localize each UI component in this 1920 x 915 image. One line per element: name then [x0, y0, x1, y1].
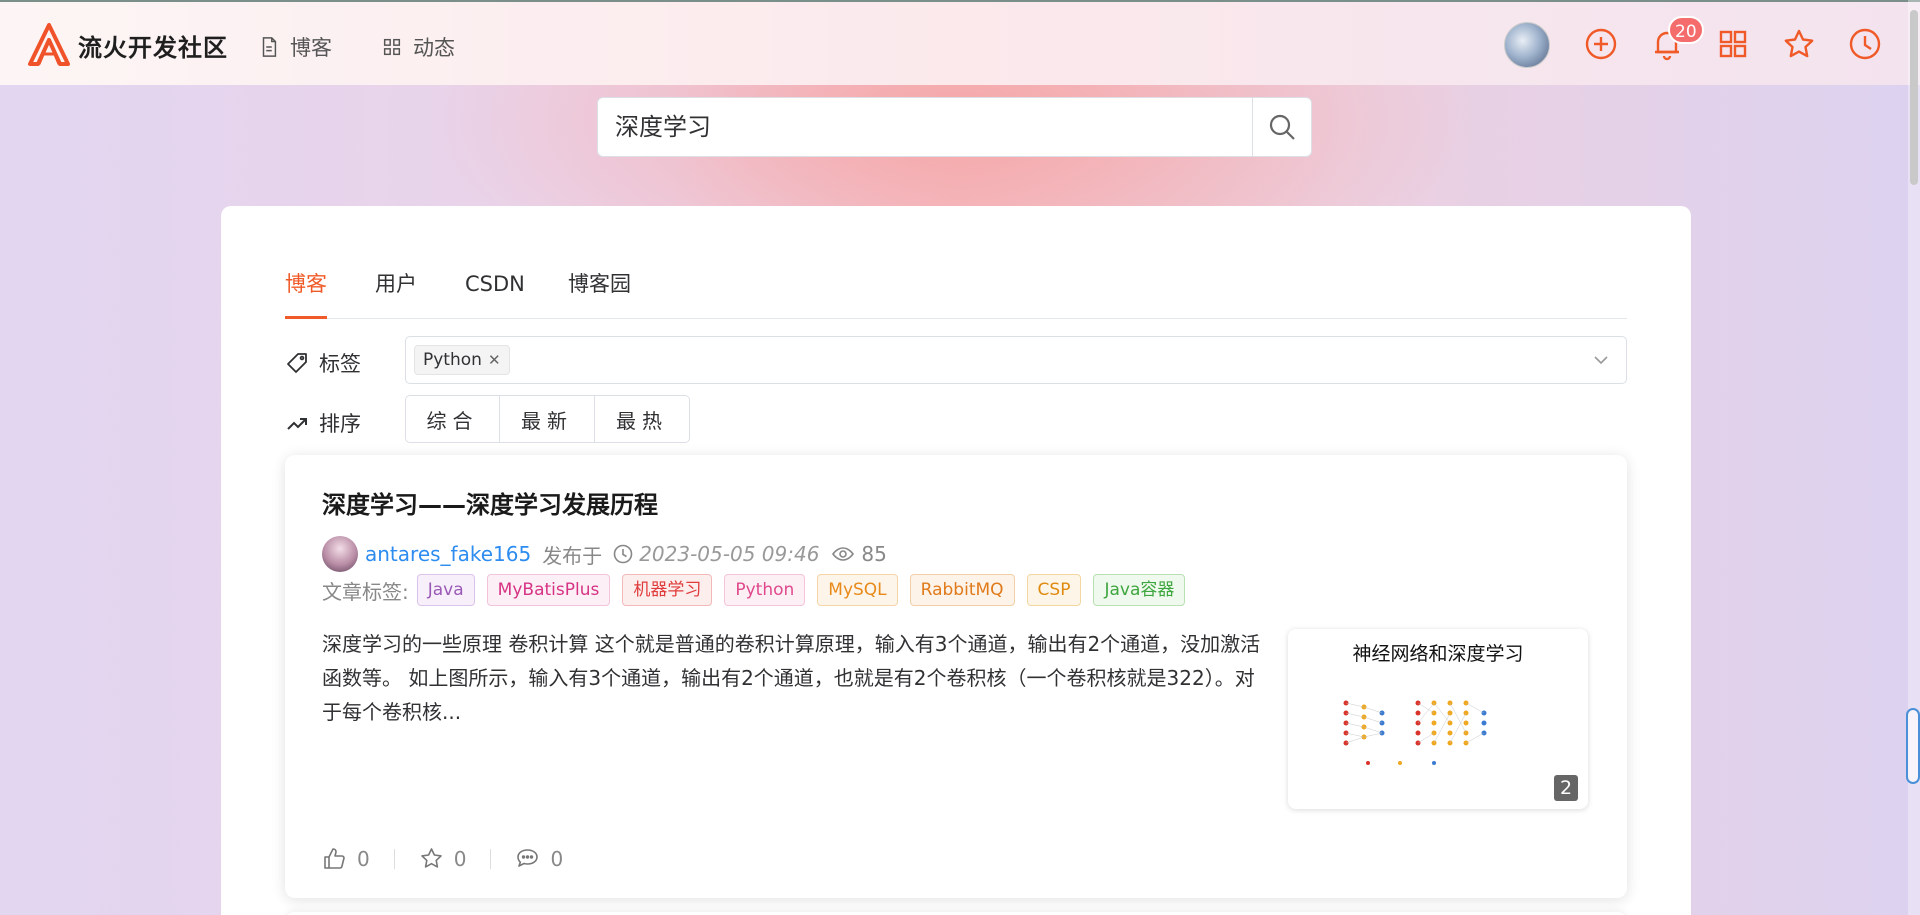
grid-icon: [383, 38, 401, 56]
like-button[interactable]: 0: [322, 846, 370, 871]
article-title[interactable]: 深度学习——深度学习发展历程: [322, 485, 658, 520]
tab-users[interactable]: 用户: [375, 266, 417, 319]
apps-button[interactable]: [1715, 26, 1751, 62]
selected-tag-chip: Python ✕: [414, 345, 510, 375]
article-meta: antares_fake165 发布于 2023-05-05 09:46 85: [322, 536, 887, 572]
view-count: 85: [861, 542, 887, 566]
chevron-down-icon[interactable]: [1590, 349, 1612, 371]
app-name: 流火开发社区: [78, 33, 228, 62]
user-avatar[interactable]: [1504, 22, 1550, 68]
search-bar: 深度学习: [597, 97, 1312, 157]
comment-icon: [517, 849, 539, 867]
star-icon: [420, 848, 442, 868]
article-tag[interactable]: RabbitMQ: [909, 574, 1015, 606]
sort-buttons: 综合 最新 最热: [405, 395, 690, 443]
nav-blog[interactable]: 博客: [258, 32, 332, 62]
tag-select[interactable]: Python ✕: [405, 336, 1627, 384]
article-tag[interactable]: Java容器: [1093, 574, 1186, 606]
tag-icon: [287, 353, 307, 373]
article-actions: 0 0 0: [322, 846, 563, 871]
clock-icon: [1849, 28, 1881, 60]
search-input[interactable]: 深度学习: [598, 98, 1252, 156]
author-avatar[interactable]: [322, 536, 358, 572]
history-button[interactable]: [1847, 26, 1883, 62]
sort-label-text: 排序: [319, 412, 361, 436]
sort-filter-label: 排序: [285, 408, 361, 438]
article-thumbnail[interactable]: 神经网络和深度学习 2: [1288, 629, 1588, 809]
neural-network-diagram: [1343, 700, 1487, 765]
article-card[interactable]: 深度学习——深度学习发展历程 antares_fake165 发布于 2023-…: [285, 455, 1627, 898]
notification-badge: 20: [1668, 16, 1704, 44]
nav-blog-label: 博客: [290, 36, 332, 60]
result-tabs: 博客 用户 CSDN 博客园: [285, 266, 1627, 319]
tag-filter-label: 标签: [285, 348, 361, 378]
logo[interactable]: 流火开发社区: [26, 22, 228, 68]
publish-date: 2023-05-05 09:46: [639, 542, 820, 566]
plus-circle-icon: [1585, 28, 1617, 60]
article-tag[interactable]: Python: [724, 574, 806, 606]
sort-newest-button[interactable]: 最新: [500, 395, 595, 443]
trend-icon: [287, 418, 307, 430]
create-button[interactable]: [1583, 26, 1619, 62]
thumbnail-title: 神经网络和深度学习: [1352, 643, 1524, 665]
selected-tag-text: Python: [423, 350, 482, 370]
apps-grid-icon: [1719, 30, 1747, 58]
nav-activity-label: 动态: [413, 36, 455, 60]
tab-blog[interactable]: 博客: [285, 266, 327, 319]
scroll-indicator[interactable]: [1906, 708, 1920, 784]
tab-csdn[interactable]: CSDN: [465, 266, 525, 319]
article-tag[interactable]: CSP: [1026, 574, 1082, 606]
thumbs-up-icon: [324, 848, 345, 869]
tab-cnblogs[interactable]: 博客园: [568, 266, 631, 319]
favorites-button[interactable]: [1781, 26, 1817, 62]
article-tags: 文章标签: Java MyBatisPlus 机器学习 Python MySQL…: [322, 574, 1197, 606]
search-icon: [1269, 114, 1295, 140]
comment-button[interactable]: 0: [515, 846, 563, 871]
top-navbar: 流火开发社区 博客 动态 20: [0, 0, 1920, 85]
favorite-button[interactable]: 0: [419, 846, 467, 871]
remove-tag-icon[interactable]: ✕: [488, 346, 501, 374]
search-results-panel: 博客 用户 CSDN 博客园 标签 Python ✕ 排序 综合 最新 最热 深…: [221, 206, 1691, 915]
favorite-count: 0: [453, 846, 467, 871]
eye-icon: [832, 547, 855, 561]
published-label: 发布于: [542, 543, 603, 568]
scrollbar-thumb[interactable]: [1910, 10, 1918, 185]
divider: [393, 848, 395, 869]
like-count: 0: [357, 846, 370, 871]
comment-count: 0: [550, 846, 564, 871]
tag-label-text: 标签: [319, 352, 361, 376]
star-icon: [1784, 29, 1814, 58]
article-tag[interactable]: Java: [416, 574, 475, 606]
nav-activity[interactable]: 动态: [381, 32, 455, 62]
image-count: 2: [1554, 775, 1578, 801]
tags-label: 文章标签:: [322, 579, 409, 604]
article-tag[interactable]: 机器学习: [622, 574, 713, 606]
divider: [490, 848, 492, 869]
sort-hottest-button[interactable]: 最热: [595, 395, 690, 443]
search-button[interactable]: [1252, 98, 1311, 156]
author-name[interactable]: antares_fake165: [365, 542, 531, 566]
sort-comprehensive-button[interactable]: 综合: [405, 395, 500, 443]
document-icon: [262, 37, 277, 57]
logo-icon: [28, 23, 70, 66]
article-excerpt: 深度学习的一些原理 卷积计算 这个就是普通的卷积计算原理，输入有3个通道，输出有…: [322, 632, 1261, 724]
article-tag[interactable]: MyBatisPlus: [486, 574, 611, 606]
clock-icon: [613, 544, 633, 564]
article-tag[interactable]: MySQL: [817, 574, 898, 606]
